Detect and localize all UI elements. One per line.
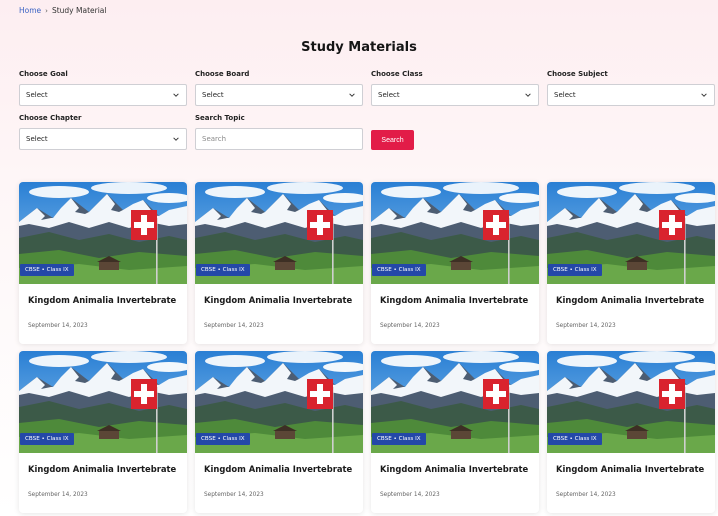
card-date: September 14, 2023 bbox=[204, 323, 264, 329]
card-title[interactable]: Kingdom Animalia Invertebrate bbox=[204, 295, 352, 305]
study-material-card[interactable]: CBSE • Class IX Kingdom Animalia Inverte… bbox=[371, 351, 539, 513]
board-filter: Choose Board Select bbox=[195, 70, 363, 106]
class-select-value: Select bbox=[378, 91, 400, 99]
class-badge: CBSE • Class IX bbox=[196, 433, 250, 445]
class-badge: CBSE • Class IX bbox=[372, 264, 426, 276]
board-label: Choose Board bbox=[195, 70, 250, 78]
card-title[interactable]: Kingdom Animalia Invertebrate bbox=[556, 464, 704, 474]
card-title[interactable]: Kingdom Animalia Invertebrate bbox=[556, 295, 704, 305]
chevron-down-icon bbox=[349, 93, 355, 97]
search-button[interactable]: Search bbox=[371, 130, 414, 150]
study-material-card[interactable]: CBSE • Class IX Kingdom Animalia Inverte… bbox=[371, 182, 539, 344]
card-title[interactable]: Kingdom Animalia Invertebrate bbox=[380, 295, 528, 305]
subject-select-value: Select bbox=[554, 91, 576, 99]
study-material-card[interactable]: CBSE • Class IX Kingdom Animalia Inverte… bbox=[195, 351, 363, 513]
study-material-card[interactable]: CBSE • Class IX Kingdom Animalia Inverte… bbox=[19, 351, 187, 513]
topic-filter: Search Topic Search bbox=[195, 114, 363, 150]
breadcrumb-separator: › bbox=[45, 6, 48, 15]
topic-search-input[interactable]: Search bbox=[195, 128, 363, 150]
subject-filter: Choose Subject Select bbox=[547, 70, 715, 106]
board-select-value: Select bbox=[202, 91, 224, 99]
card-date: September 14, 2023 bbox=[556, 492, 616, 498]
board-select[interactable]: Select bbox=[195, 84, 363, 106]
study-material-card[interactable]: CBSE • Class IX Kingdom Animalia Inverte… bbox=[547, 182, 715, 344]
goal-select[interactable]: Select bbox=[19, 84, 187, 106]
goal-select-value: Select bbox=[26, 91, 48, 99]
subject-select[interactable]: Select bbox=[547, 84, 715, 106]
card-date: September 14, 2023 bbox=[380, 323, 440, 329]
card-title[interactable]: Kingdom Animalia Invertebrate bbox=[380, 464, 528, 474]
goal-label: Choose Goal bbox=[19, 70, 68, 78]
class-label: Choose Class bbox=[371, 70, 423, 78]
chevron-down-icon bbox=[701, 93, 707, 97]
page-title: Study Materials bbox=[301, 40, 417, 55]
class-badge: CBSE • Class IX bbox=[548, 433, 602, 445]
class-badge: CBSE • Class IX bbox=[20, 433, 74, 445]
card-title[interactable]: Kingdom Animalia Invertebrate bbox=[28, 464, 176, 474]
chevron-down-icon bbox=[525, 93, 531, 97]
breadcrumb: Home › Study Material bbox=[19, 6, 106, 15]
goal-filter: Choose Goal Select bbox=[19, 70, 187, 106]
class-badge: CBSE • Class IX bbox=[372, 433, 426, 445]
study-material-card[interactable]: CBSE • Class IX Kingdom Animalia Inverte… bbox=[195, 182, 363, 344]
chapter-select[interactable]: Select bbox=[19, 128, 187, 150]
class-select[interactable]: Select bbox=[371, 84, 539, 106]
card-date: September 14, 2023 bbox=[204, 492, 264, 498]
topic-label: Search Topic bbox=[195, 114, 245, 122]
class-filter: Choose Class Select bbox=[371, 70, 539, 106]
chapter-label: Choose Chapter bbox=[19, 114, 82, 122]
class-badge: CBSE • Class IX bbox=[20, 264, 74, 276]
card-date: September 14, 2023 bbox=[28, 492, 88, 498]
card-date: September 14, 2023 bbox=[28, 323, 88, 329]
chapter-filter: Choose Chapter Select bbox=[19, 114, 187, 150]
class-badge: CBSE • Class IX bbox=[548, 264, 602, 276]
chevron-down-icon bbox=[173, 93, 179, 97]
card-date: September 14, 2023 bbox=[380, 492, 440, 498]
class-badge: CBSE • Class IX bbox=[196, 264, 250, 276]
breadcrumb-home-link[interactable]: Home bbox=[19, 6, 41, 15]
subject-label: Choose Subject bbox=[547, 70, 608, 78]
breadcrumb-current: Study Material bbox=[51, 6, 107, 15]
chevron-down-icon bbox=[173, 137, 179, 141]
chapter-select-value: Select bbox=[26, 135, 48, 143]
card-title[interactable]: Kingdom Animalia Invertebrate bbox=[204, 464, 352, 474]
card-date: September 14, 2023 bbox=[556, 323, 616, 329]
study-material-card[interactable]: CBSE • Class IX Kingdom Animalia Inverte… bbox=[547, 351, 715, 513]
study-material-card[interactable]: CBSE • Class IX Kingdom Animalia Inverte… bbox=[19, 182, 187, 344]
card-title[interactable]: Kingdom Animalia Invertebrate bbox=[28, 295, 176, 305]
